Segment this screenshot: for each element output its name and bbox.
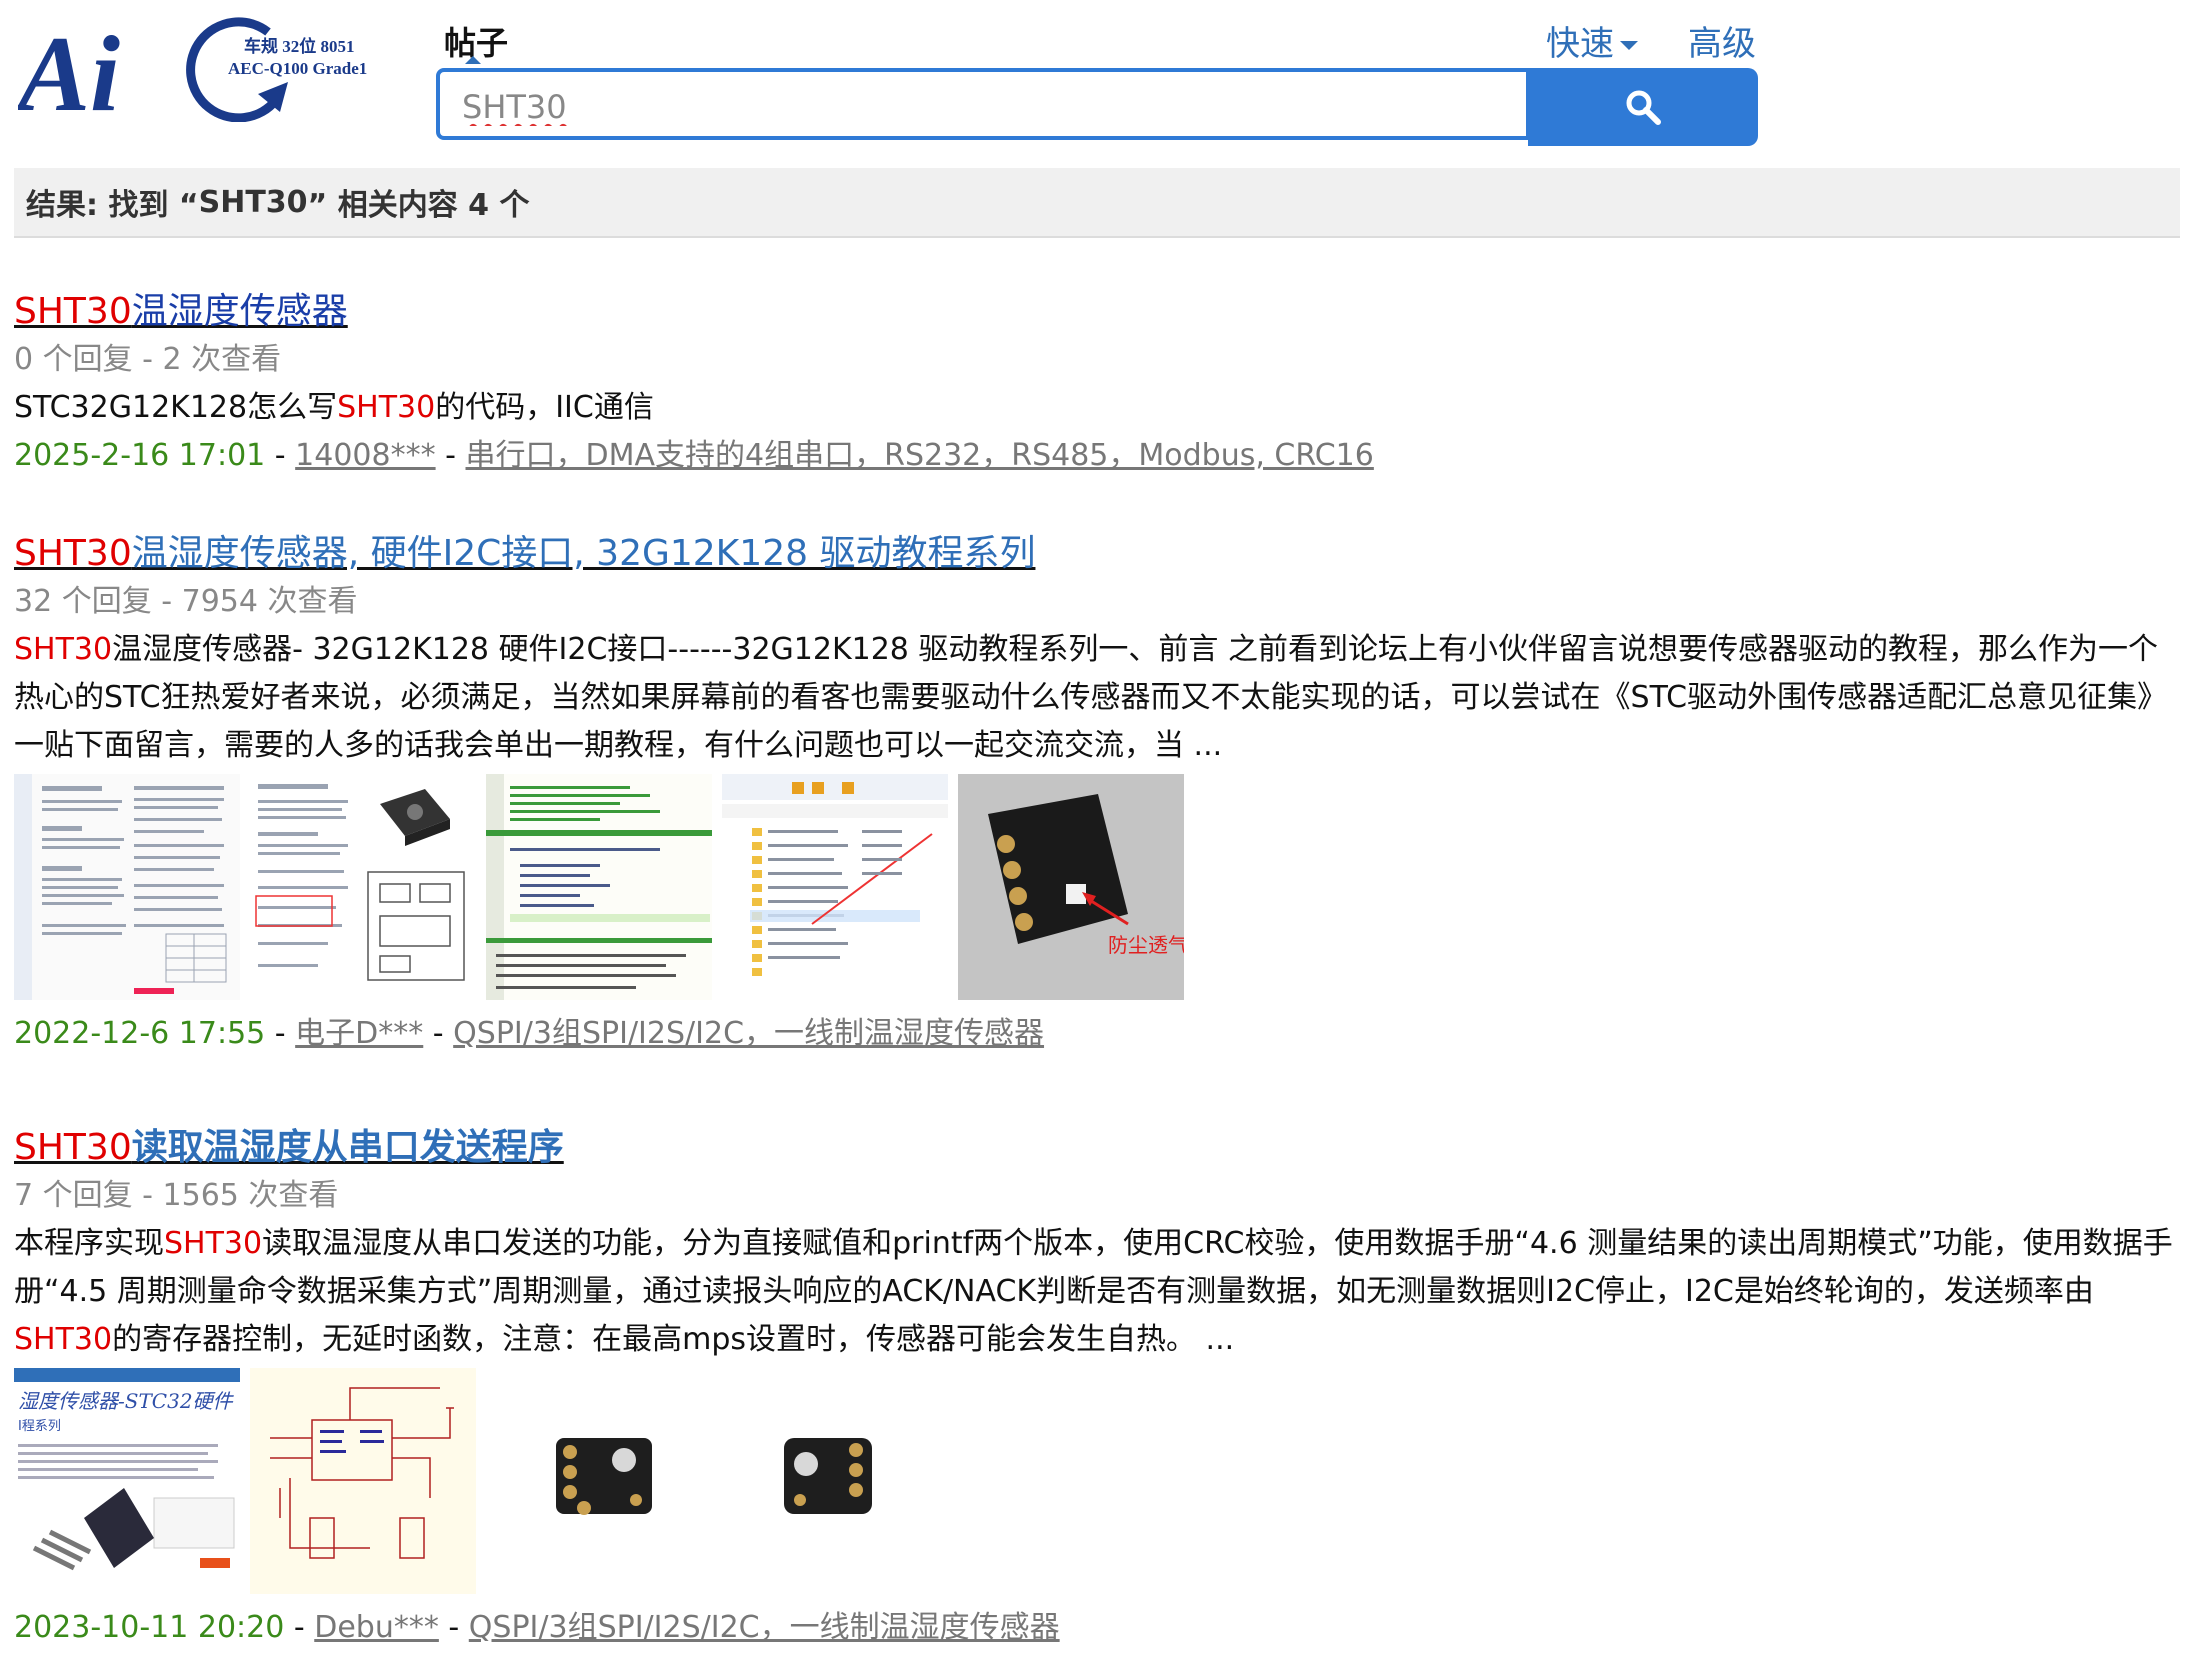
reply-count: 0 个回复 [14,342,133,377]
result-stats: 32 个回复 - 7954 次查看 [14,584,358,619]
result-item: SHT30读取温湿度从串口发送程序 7 个回复 - 1565 次查看 本程序实现… [14,1124,2180,1652]
result-snippet: STC32G12K128怎么写SHT30的代码，IIC通信 [14,390,654,425]
results-summary-prefix: 结果: 找到 “ [26,188,199,223]
result-snippet: 本程序实现SHT30读取温湿度从串口发送的功能，分为直接赋值和printf两个版… [14,1226,2173,1357]
quick-search-dropdown[interactable]: 快速 [1546,16,1638,65]
result-stats: 7 个回复 - 1565 次查看 [14,1178,339,1213]
search-button[interactable] [1528,68,1758,146]
result-title[interactable]: SHT30温湿度传感器, 硬件I2C接口, 32G12K128 驱动教程系列 [14,530,2180,578]
result-item: SHT30温湿度传感器, 硬件I2C接口, 32G12K128 驱动教程系列 3… [14,530,2180,1058]
result-thumbnails: 防尘透气 [14,774,2180,1000]
result-stats: 0 个回复 - 2 次查看 [14,342,282,377]
results-summary-term: SHT30 [198,184,308,220]
forum-link[interactable]: QSPI/3组SPI/I2S/I2C，一线制温湿度传感器 [469,1610,1060,1645]
search-results-page: Ai 车规 32位 8051 AEC-Q100 Grade1 帖子 快速 高级 … [0,0,2189,1676]
logo-line2: AEC-Q100 Grade1 [228,59,367,78]
reply-count: 7 个回复 [14,1178,133,1213]
author-link[interactable]: 电子D*** [295,1016,423,1051]
forum-link[interactable]: 串行口，DMA支持的4组串口，RS232，RS485，Modbus, CRC16 [466,438,1374,473]
result-title[interactable]: SHT30温湿度传感器 [14,288,2180,336]
thumbnail-image[interactable]: 湿度传感器-STC32硬件 I程系列 [14,1368,240,1594]
reply-count: 32 个回复 [14,584,152,619]
quick-search-label: 快速 [1546,24,1614,64]
thumbnail-image[interactable] [486,1368,712,1594]
logo-line1: 车规 32位 8051 [244,36,355,56]
author-link[interactable]: Debu*** [314,1610,439,1645]
thumbnail-image[interactable] [250,1368,476,1594]
thumbnail-image[interactable] [250,774,476,1000]
view-count: 2 次查看 [162,342,282,377]
result-footer: 2023-10-11 20:20 - Debu*** - QSPI/3组SPI/… [14,1610,1060,1645]
thumbnail-image[interactable] [14,774,240,1000]
thumbnail-caption: 防尘透气 [1108,933,1184,957]
view-count: 1565 次查看 [162,1178,339,1213]
result-title-link[interactable]: SHT30温湿度传感器, 硬件I2C接口, 32G12K128 驱动教程系列 [14,533,1035,574]
result-title[interactable]: SHT30读取温湿度从串口发送程序 [14,1124,2180,1172]
result-snippet: SHT30温湿度传感器- 32G12K128 硬件I2C接口------32G1… [14,632,2168,763]
author-link[interactable]: 14008*** [295,438,435,473]
result-footer: 2022-12-6 17:55 - 电子D*** - QSPI/3组SPI/I2… [14,1016,1045,1051]
thumbnail-image[interactable] [722,774,948,1000]
thumbnail-subheader-text: I程系列 [18,1419,61,1434]
post-date: 2025-2-16 17:01 [14,438,266,473]
thumbnail-image[interactable]: 防尘透气 [958,774,1184,1000]
site-logo[interactable]: Ai 车规 32位 8051 AEC-Q100 Grade1 [18,12,398,122]
tab-indicator-caret [465,56,481,64]
result-title-link[interactable]: SHT30温湿度传感器 [14,291,348,332]
result-title-link[interactable]: SHT30读取温湿度从串口发送程序 [14,1127,564,1168]
chevron-down-icon [1620,41,1638,50]
post-date: 2022-12-6 17:55 [14,1016,266,1051]
thumbnail-image[interactable] [486,774,712,1000]
results-summary-suffix: ” 相关内容 4 个 [307,188,530,223]
search-input[interactable] [460,82,1504,132]
result-thumbnails: 湿度传感器-STC32硬件 I程系列 [14,1368,2180,1594]
results-summary: 结果: 找到 “SHT30” 相关内容 4 个 [14,168,2180,238]
forum-link[interactable]: QSPI/3组SPI/I2S/I2C，一线制温湿度传感器 [453,1016,1044,1051]
post-date: 2023-10-11 20:20 [14,1610,285,1645]
result-footer: 2025-2-16 17:01 - 14008*** - 串行口，DMA支持的4… [14,438,1374,473]
view-count: 7954 次查看 [181,584,358,619]
search-icon [1626,90,1661,125]
result-item: SHT30温湿度传感器 0 个回复 - 2 次查看 STC32G12K128怎么… [14,288,2180,480]
thumbnail-header-text: 湿度传感器-STC32硬件 [18,1389,235,1413]
advanced-search-link[interactable]: 高级 [1688,16,1756,65]
logo-main-text: Ai [18,15,120,122]
search-box [436,68,1530,140]
thumbnail-image[interactable] [722,1368,948,1594]
